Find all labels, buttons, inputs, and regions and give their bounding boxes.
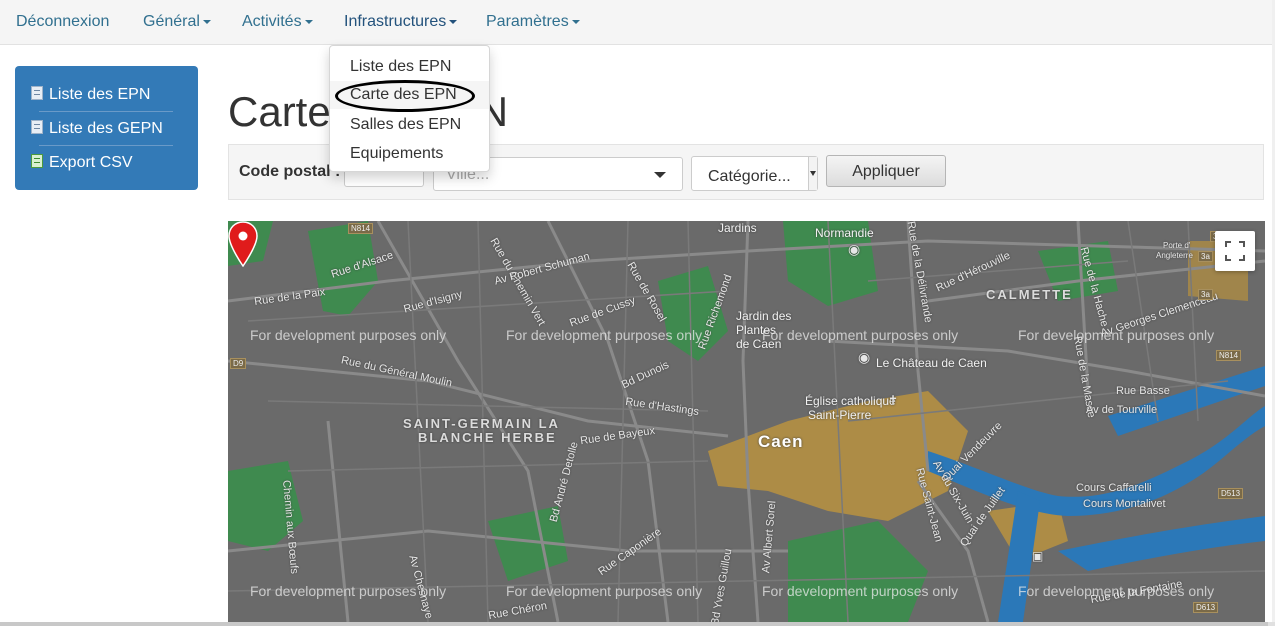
nav-logout[interactable]: Déconnexion: [16, 0, 109, 44]
nav-infrastructures[interactable]: Infrastructures: [344, 0, 458, 44]
apply-button[interactable]: Appliquer: [826, 155, 946, 187]
map-district-label: CALMETTE: [986, 287, 1073, 302]
road-badge: D9: [230, 358, 247, 369]
map-city-label: Caen: [758, 432, 804, 451]
caret-down-icon: [202, 19, 211, 24]
map-poi-label: Porte d': [1163, 241, 1191, 250]
chevron-down-icon: [654, 172, 666, 178]
scrollbar-thumb[interactable]: [0, 622, 1268, 626]
church-icon: ✝: [888, 393, 899, 407]
divider: [39, 111, 173, 112]
museum-icon: ◉: [848, 241, 861, 257]
nav-label: Paramètres: [486, 13, 569, 30]
infrastructures-dropdown-menu: Liste des EPN Carte des EPN Salles des E…: [329, 45, 490, 172]
postal-code-label: Code postal :: [239, 163, 341, 180]
landmark-icon: ◉: [858, 349, 871, 365]
road-badge: 3a: [1198, 251, 1213, 262]
menu-item-epn-list[interactable]: Liste des EPN: [350, 58, 451, 76]
nav-label: Général: [143, 13, 200, 30]
map-poi-label: Normandie: [815, 226, 874, 240]
map-marker-icon[interactable]: [228, 221, 258, 267]
map-poi-label: Le Château de Caen: [876, 356, 987, 370]
map-watermark: For development purposes only: [506, 327, 703, 343]
top-navbar: Déconnexion Général Activités Infrastruc…: [0, 0, 1275, 45]
map-street-label: Rue Basse: [1116, 385, 1170, 397]
sidebar-item-gepn-list[interactable]: Liste des GEPN: [31, 117, 163, 141]
sidebar-item-label: Export CSV: [49, 154, 133, 171]
map-watermark: For development purposes only: [762, 583, 959, 599]
road-badge: D613: [1193, 602, 1219, 613]
map-poi-label: Jardins: [718, 221, 757, 235]
fullscreen-icon: [1225, 241, 1245, 261]
fullscreen-button[interactable]: [1215, 231, 1255, 271]
map-watermark: For development purposes only: [762, 327, 959, 343]
menu-item-epn-map[interactable]: Carte des EPN: [330, 81, 489, 109]
nav-label: Déconnexion: [16, 13, 110, 30]
sidebar-item-label: Liste des EPN: [49, 86, 151, 103]
list-icon: [31, 120, 43, 134]
map-watermark: For development purposes only: [506, 583, 703, 599]
road-badge: N814: [348, 223, 374, 234]
map-street-label: Av de Tourville: [1086, 404, 1158, 416]
menu-item-epn-rooms[interactable]: Salles des EPN: [350, 116, 461, 134]
map-poi-label: Jardin des: [736, 309, 792, 323]
map-watermark: For development purposes only: [250, 327, 447, 343]
map-poi-label: Angleterre: [1156, 251, 1193, 260]
map-street-label: Cours Montalivet: [1083, 498, 1166, 510]
category-value: Catégorie...: [708, 168, 791, 185]
road-badge: 3a: [1198, 289, 1213, 300]
menu-item-equipment[interactable]: Equipements: [350, 145, 443, 163]
sidebar: Liste des EPN Liste des GEPN Export CSV: [15, 66, 198, 190]
road-badge: N814: [1216, 350, 1242, 361]
nav-activities[interactable]: Activités: [242, 0, 313, 44]
map-watermark: For development purposes only: [1018, 327, 1215, 343]
map-canvas: [228, 221, 1265, 622]
map-watermark: For development purposes only: [1018, 583, 1215, 599]
map-district-label: SAINT-GERMAIN LA: [403, 416, 560, 431]
select-arrow-icon: [808, 157, 817, 190]
road-badge: D513: [1218, 488, 1244, 499]
csv-icon: [31, 154, 43, 168]
caret-down-icon: [449, 19, 458, 24]
map-river: [1058, 516, 1265, 571]
list-icon: [31, 86, 43, 100]
map-poi-label: Saint-Pierre: [808, 408, 872, 422]
caret-down-icon: [571, 19, 580, 24]
nav-label: Infrastructures: [344, 13, 447, 30]
map[interactable]: Rue d'Alsace Rue de la Paix Rue d'Isigny…: [228, 221, 1265, 622]
divider: [39, 145, 173, 146]
map-watermark: For development purposes only: [250, 583, 447, 599]
nav-label: Activités: [242, 13, 302, 30]
transit-icon: ▣: [1032, 549, 1044, 563]
caret-down-icon: [304, 19, 313, 24]
map-park: [788, 521, 928, 622]
map-poi-label: Église catholique: [805, 394, 896, 408]
category-select[interactable]: Catégorie...: [691, 156, 818, 191]
map-district-label: BLANCHE HERBE: [418, 430, 557, 445]
nav-settings[interactable]: Paramètres: [486, 0, 580, 44]
nav-general[interactable]: Général: [143, 0, 211, 44]
map-street-label: Cours Caffarelli: [1076, 482, 1152, 494]
sidebar-item-epn-list[interactable]: Liste des EPN: [31, 83, 150, 107]
sidebar-item-label: Liste des GEPN: [49, 120, 163, 137]
sidebar-item-export-csv[interactable]: Export CSV: [31, 151, 133, 175]
